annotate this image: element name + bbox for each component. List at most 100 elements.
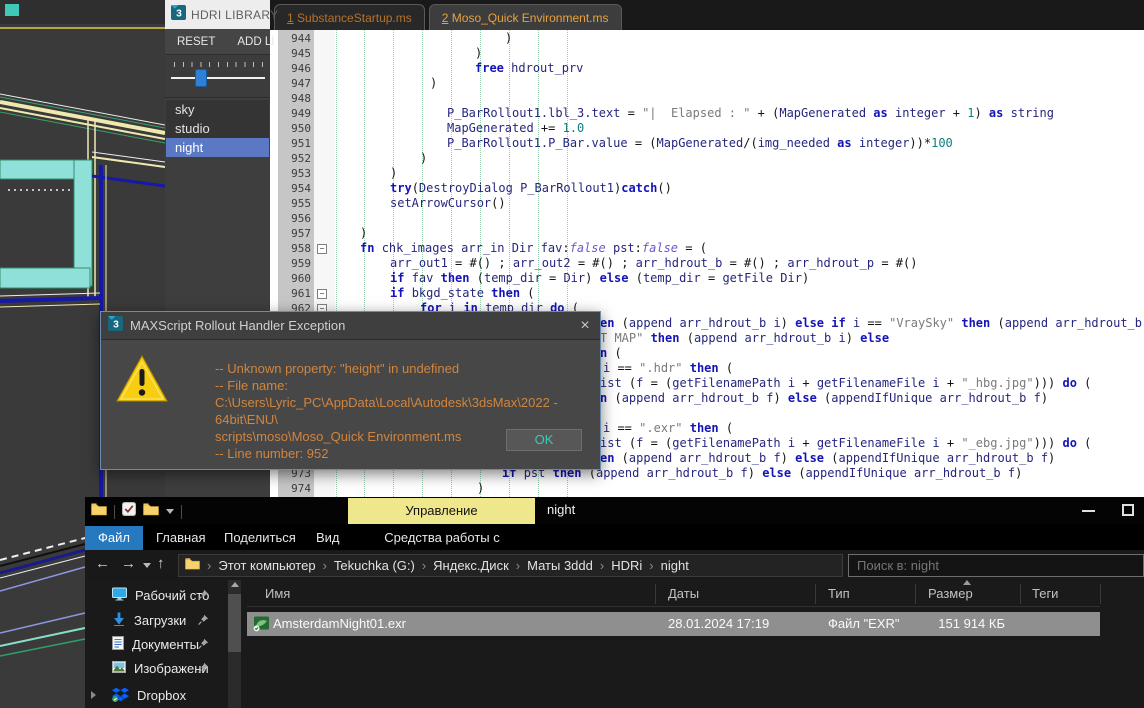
column-header-Размер[interactable]: Размер (915, 583, 1020, 605)
forward-icon[interactable]: → (121, 555, 136, 572)
3dsmax-logo-icon: 3 (171, 5, 186, 25)
contextual-tab-manage[interactable]: Управление (348, 498, 535, 524)
search-input[interactable] (848, 554, 1144, 577)
column-header-Теги[interactable]: Теги (1020, 583, 1100, 605)
ribbon-tab-row: Файл Главная Поделиться Вид Средства раб… (85, 524, 1144, 550)
close-icon[interactable]: × (570, 312, 600, 340)
tab-number: 2 (442, 11, 449, 25)
scroll-up-icon[interactable] (231, 582, 239, 587)
sidebar-item-documents[interactable]: Документы (85, 633, 228, 656)
hdri-slider-section (165, 55, 270, 98)
code-line: 950MapGenerated += 1.0 (270, 121, 1144, 136)
file-size: 151 914 КБ (915, 612, 1005, 636)
ribbon-tab-home[interactable]: Главная (143, 526, 218, 550)
minimize-icon[interactable] (1082, 510, 1095, 512)
breadcrumb-separator: › (516, 558, 520, 573)
code-line: 944) (270, 31, 1144, 46)
fold-marker-icon[interactable]: − (317, 244, 327, 254)
code-text: MapGenerated += 1.0 (447, 121, 584, 136)
code-text: n ( (600, 346, 622, 361)
downloads-icon (112, 612, 126, 629)
breadcrumb-item[interactable]: Маты 3ddd (527, 558, 593, 573)
folder-icon[interactable] (91, 502, 107, 521)
ribbon-tab-picture-tools[interactable]: Средства работы с рисунками (357, 526, 527, 550)
fold-marker-icon[interactable]: − (317, 289, 327, 299)
line-number: 958 (278, 241, 311, 256)
documents-icon (112, 636, 124, 653)
qat-dropdown-icon[interactable] (166, 509, 174, 514)
scrollbar[interactable] (228, 580, 241, 708)
slider-handle[interactable] (195, 69, 207, 87)
sidebar-item-downloads[interactable]: Загрузки (85, 609, 228, 632)
ok-button[interactable]: OK (506, 429, 582, 451)
tab-number: 1 (287, 11, 294, 25)
line-number: 957 (278, 226, 311, 241)
breadcrumb-item[interactable]: Этот компьютер (218, 558, 315, 573)
maximize-icon[interactable] (1122, 504, 1134, 516)
breadcrumb-separator: › (323, 558, 327, 573)
line-number: 944 (278, 31, 311, 46)
new-folder-icon[interactable] (143, 502, 159, 521)
code-text: i == ".exr" then ( (603, 421, 733, 436)
pin-icon (198, 614, 209, 629)
explorer-titlebar[interactable]: Управление night (85, 497, 1144, 524)
line-number: 954 (278, 181, 311, 196)
breadcrumb-separator: › (207, 558, 211, 573)
code-text: P_BarRollout1.P_Bar.value = (MapGenerate… (447, 136, 953, 151)
add-library-button[interactable]: ADD LI (237, 36, 274, 48)
up-icon[interactable]: ↑ (157, 555, 165, 572)
dialog-titlebar[interactable]: 3 MAXScript Rollout Handler Exception × (101, 312, 600, 340)
editor-tab[interactable]: 1 SubstanceStartup.ms (274, 4, 425, 30)
line-number: 947 (278, 76, 311, 91)
sidebar-item-dropbox[interactable]: Dropbox (85, 684, 228, 707)
code-text: en (append arr_hdrout_b f) else (appendI… (600, 451, 1055, 466)
code-text: ) (430, 76, 437, 91)
sidebar-item-desktop[interactable]: Рабочий сто (85, 584, 228, 607)
ribbon-tab-view[interactable]: Вид (303, 526, 353, 550)
column-header-Имя[interactable]: Имя (247, 583, 655, 605)
slider-ticks (174, 62, 263, 67)
hdri-list-item-night[interactable]: night (166, 138, 269, 157)
breadcrumb[interactable]: › Этот компьютер › Tekuchka (G:) › Яндекс.Дис… (178, 554, 843, 577)
breadcrumb-item[interactable]: HDRi (611, 558, 642, 573)
expand-chevron-icon[interactable] (91, 691, 96, 699)
line-number: 974 (278, 481, 311, 496)
toolbar-separator (114, 505, 115, 519)
warning-icon (115, 354, 169, 409)
breadcrumb-item[interactable]: Tekuchka (G:) (334, 558, 415, 573)
code-text: fn chk_images arr_in Dir fav:false pst:f… (360, 241, 707, 256)
svg-text:3: 3 (176, 8, 182, 19)
pin-icon (198, 638, 209, 653)
sort-ascending-icon (963, 580, 971, 585)
code-text: ) (505, 31, 512, 46)
code-line: 953) (270, 166, 1144, 181)
code-text: ) (475, 46, 482, 61)
hdri-list-item-studio[interactable]: studio (166, 119, 269, 138)
sidebar-item-pictures[interactable]: Изображени (85, 657, 228, 680)
dropbox-icon (112, 687, 129, 705)
column-separator[interactable] (1100, 584, 1101, 604)
code-text: n (append arr_hdrout_b f) else (appendIf… (600, 391, 1048, 406)
ribbon-tab-file[interactable]: Файл (85, 526, 143, 550)
explorer-window-title: night (547, 502, 575, 517)
code-text: T MAP" then (append arr_hdrout_b i) else (600, 331, 889, 346)
breadcrumb-item[interactable]: night (661, 558, 689, 573)
back-icon[interactable]: ← (95, 555, 110, 572)
history-dropdown-icon[interactable] (143, 563, 151, 568)
column-header-Даты[interactable]: Даты (655, 583, 815, 605)
editor-tab[interactable]: 2 Moso_Quick Environment.ms (429, 4, 622, 30)
reset-button[interactable]: RESET (177, 36, 215, 48)
ribbon-tab-share[interactable]: Поделиться (211, 526, 309, 550)
hdri-list-item-sky[interactable]: sky (166, 100, 269, 119)
slider-track[interactable] (171, 77, 265, 79)
breadcrumb-item[interactable]: Яндекс.Диск (433, 558, 509, 573)
file-row[interactable]: AmsterdamNight01.exr28.01.2024 17:19Файл… (247, 612, 1100, 636)
properties-check-icon[interactable] (122, 502, 136, 521)
scrollbar-thumb[interactable] (228, 594, 241, 652)
hdri-titlebar[interactable]: 3 HDRI LIBRARY (165, 0, 270, 29)
line-number: 946 (278, 61, 311, 76)
maxscript-exception-dialog: 3 MAXScript Rollout Handler Exception × … (100, 311, 601, 470)
column-header-Тип[interactable]: Тип (815, 583, 915, 605)
code-text: ) (477, 481, 484, 496)
dialog-title: MAXScript Rollout Handler Exception (130, 318, 563, 333)
